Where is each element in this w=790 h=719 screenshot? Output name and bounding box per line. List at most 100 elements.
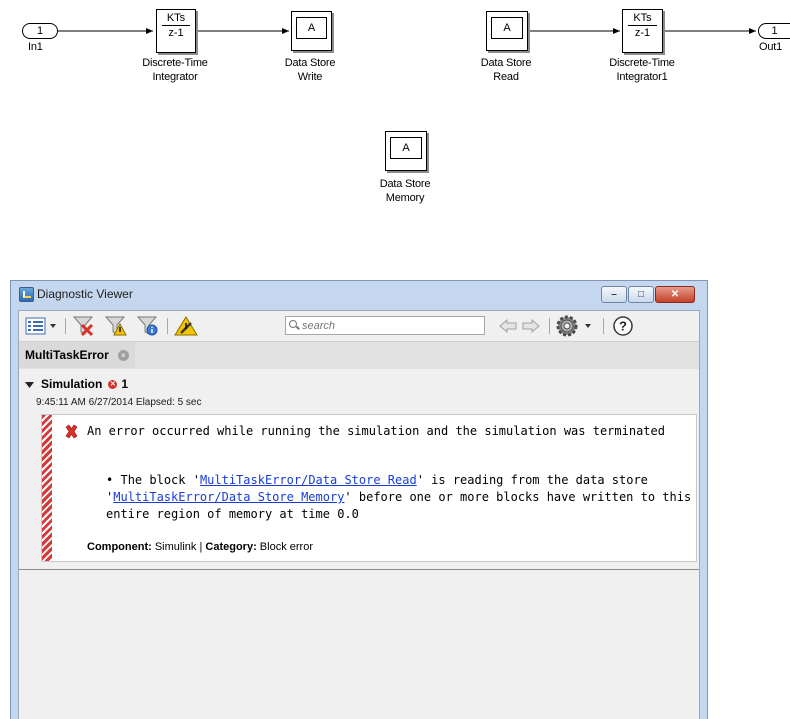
settings-menu-button[interactable] bbox=[555, 315, 597, 337]
maximize-icon: □ bbox=[637, 289, 645, 300]
view-menu-icon bbox=[25, 317, 56, 335]
data-store-write-block[interactable]: A bbox=[291, 11, 332, 51]
tf-numerator: KTs bbox=[633, 12, 652, 24]
integrator-label-line1: Discrete-Time bbox=[142, 57, 208, 69]
maximize-button[interactable]: □ bbox=[628, 286, 654, 303]
toolbar-separator bbox=[603, 318, 604, 334]
data-store-read-label: Data Store Read bbox=[466, 56, 546, 84]
window-title: Diagnostic Viewer bbox=[37, 287, 133, 301]
details-pane bbox=[19, 570, 699, 719]
transfer-function: KTs z-1 bbox=[623, 10, 662, 41]
highlight-warning-icon bbox=[174, 316, 198, 336]
data-store-read-block[interactable]: A bbox=[486, 11, 528, 51]
data-store-memory-label: Data Store Memory bbox=[365, 177, 445, 205]
toolbar-separator bbox=[65, 318, 66, 334]
back-arrow-icon bbox=[499, 319, 517, 333]
integrator1-label: Discrete-Time Integrator1 bbox=[597, 56, 687, 84]
search-input[interactable] bbox=[302, 318, 480, 333]
settings-icon bbox=[556, 315, 591, 337]
integrator1-label-line1: Discrete-Time bbox=[609, 57, 675, 69]
filter-info-icon bbox=[136, 316, 158, 336]
category-value: Block error bbox=[259, 541, 313, 553]
simulation-section-header[interactable]: Simulation ✕ 1 bbox=[25, 377, 128, 391]
ds-memory-label-line1: Data Store bbox=[379, 178, 431, 190]
detail-bullet: • bbox=[106, 473, 114, 487]
integrator-label-line2: Integrator bbox=[152, 71, 198, 83]
detail-text-part1: The block ' bbox=[120, 473, 200, 487]
simulation-timestamp: 9:45:11 AM 6/27/2014 Elapsed: 5 sec bbox=[36, 397, 202, 408]
simulation-header-label: Simulation bbox=[41, 377, 103, 391]
data-store-memory-block[interactable]: A bbox=[385, 131, 427, 171]
toolbar-separator bbox=[167, 318, 168, 334]
outport-out1[interactable]: 1 bbox=[758, 23, 790, 39]
highlight-warning-button[interactable] bbox=[173, 315, 201, 337]
category-label: Category: bbox=[205, 541, 257, 553]
error-detail: • The block 'MultiTaskError/Data Store R… bbox=[106, 472, 696, 523]
error-metadata: Component: Simulink | Category: Block er… bbox=[87, 541, 313, 553]
search-box[interactable] bbox=[285, 316, 485, 335]
integrator1-label-line2: Integrator1 bbox=[616, 71, 668, 83]
inport-in1-label: In1 bbox=[28, 41, 43, 53]
view-menu-button[interactable] bbox=[25, 315, 59, 337]
tab-close-icon[interactable]: × bbox=[117, 349, 129, 361]
ds-read-label-line1: Data Store bbox=[480, 57, 532, 69]
search-icon bbox=[289, 320, 297, 328]
matlab-app-icon bbox=[19, 287, 34, 302]
simulink-model-canvas: 1 In1 KTs z-1 Discrete-Time Integrator A… bbox=[0, 0, 790, 260]
help-icon: ? bbox=[613, 316, 633, 336]
close-icon: ✕ bbox=[670, 289, 680, 300]
error-message-panel: An error occurred while running the simu… bbox=[41, 414, 697, 562]
title-bar[interactable]: Diagnostic Viewer – □ ✕ bbox=[11, 281, 707, 309]
transfer-function: KTs z-1 bbox=[157, 10, 195, 41]
minimize-button[interactable]: – bbox=[601, 286, 627, 303]
component-label: Component: bbox=[87, 541, 152, 553]
ds-read-label-line2: Read bbox=[493, 71, 519, 83]
tab-strip: MultiTaskError × bbox=[19, 341, 699, 370]
data-store-write-label: Data Store Write bbox=[270, 56, 350, 84]
discrete-time-integrator1-block[interactable]: KTs z-1 bbox=[622, 9, 663, 53]
toolbar: ? bbox=[19, 311, 699, 341]
ds-write-label-line1: Data Store bbox=[284, 57, 336, 69]
signal-lines bbox=[58, 28, 756, 34]
forward-arrow-icon bbox=[522, 319, 540, 333]
tf-denominator: z-1 bbox=[168, 27, 184, 39]
filter-warnings-icon bbox=[104, 316, 127, 336]
close-window-button[interactable]: ✕ bbox=[655, 286, 695, 303]
next-button[interactable] bbox=[521, 315, 541, 337]
filter-warnings-button[interactable] bbox=[103, 315, 129, 337]
outport-number: 1 bbox=[771, 25, 778, 37]
outport-out1-label: Out1 bbox=[759, 41, 783, 53]
discrete-time-integrator-block[interactable]: KTs z-1 bbox=[156, 9, 196, 53]
tab-multitaskerror[interactable]: MultiTaskError × bbox=[19, 342, 135, 368]
help-button[interactable]: ? bbox=[611, 315, 635, 337]
data-store-symbol: A bbox=[296, 17, 327, 39]
filter-info-button[interactable] bbox=[135, 315, 161, 337]
error-main-text: An error occurred while running the simu… bbox=[87, 424, 665, 438]
link-data-store-memory[interactable]: MultiTaskError/Data Store Memory bbox=[113, 490, 344, 504]
error-badge-icon: ✕ bbox=[108, 379, 118, 389]
data-store-symbol: A bbox=[491, 17, 523, 39]
ds-write-label-line2: Write bbox=[297, 71, 323, 83]
diagnostic-viewer-window: Diagnostic Viewer – □ ✕ search ? MultiTa… bbox=[10, 280, 708, 719]
inport-in1[interactable]: 1 bbox=[22, 23, 58, 39]
filter-errors-icon bbox=[72, 316, 94, 337]
diagnostics-content: Simulation ✕ 1 9:45:11 AM 6/27/2014 Elap… bbox=[19, 369, 699, 719]
viewer-body: ? MultiTaskError × Simulation ✕ 1 9:45:1… bbox=[18, 310, 700, 719]
minimize-icon: – bbox=[611, 289, 617, 300]
svg-text:?: ? bbox=[619, 319, 627, 334]
ds-memory-label-line2: Memory bbox=[385, 192, 425, 204]
collapse-caret-icon bbox=[25, 381, 34, 388]
meta-separator: | bbox=[199, 541, 203, 553]
link-data-store-read[interactable]: MultiTaskError/Data Store Read bbox=[200, 473, 417, 487]
tf-denominator: z-1 bbox=[634, 27, 651, 39]
previous-button[interactable] bbox=[498, 315, 518, 337]
filter-errors-button[interactable] bbox=[71, 315, 97, 337]
error-count: 1 bbox=[121, 377, 129, 391]
component-value: Simulink bbox=[154, 541, 197, 553]
tf-numerator: KTs bbox=[166, 12, 186, 24]
error-icon bbox=[65, 424, 78, 439]
tab-label: MultiTaskError bbox=[25, 348, 109, 362]
error-stripe bbox=[42, 415, 52, 561]
data-store-symbol: A bbox=[390, 137, 422, 159]
inport-number: 1 bbox=[36, 25, 44, 37]
